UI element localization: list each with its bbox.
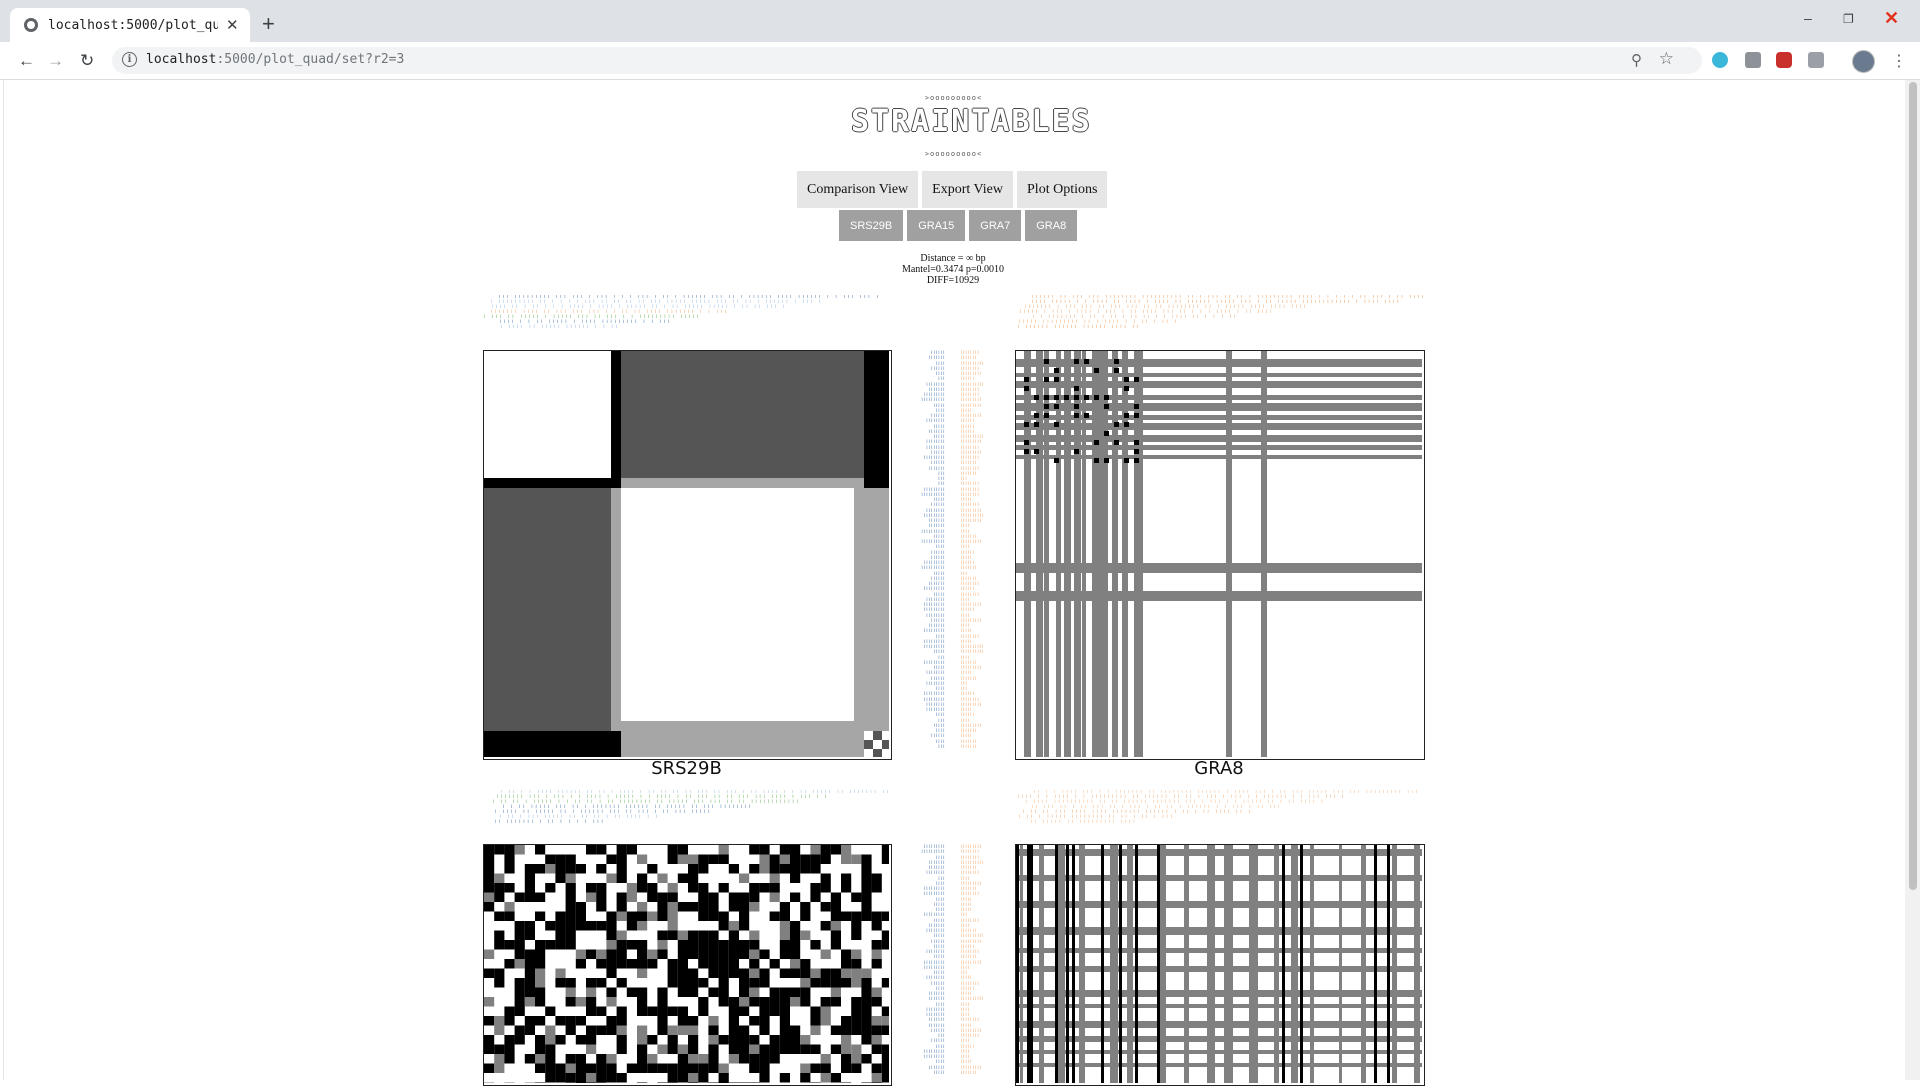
heatmap-cells	[484, 351, 889, 757]
browser-toolbar: ← → ↻ i localhost:5000/plot_quad/set?r2=…	[0, 42, 1920, 80]
heatmap-cells	[484, 845, 889, 1083]
forward-arrow-icon[interactable]: →	[47, 51, 64, 71]
tab-title: localhost:5000/plot_qu	[48, 17, 218, 33]
dendrogram-row: ǀ ǀǀǀǀǀǀ ǀǀǀǀǀǀ ǀǀǀǀǀǀ ǀǀǀǀ ǀǀ	[1017, 324, 1141, 329]
export-view-link[interactable]: Export View	[922, 171, 1014, 208]
address-bar[interactable]: i localhost:5000/plot_quad/set?r2=3 ⚲ ☆	[112, 47, 1702, 74]
gene-button-gra7[interactable]: GRA7	[969, 210, 1022, 241]
dendrogram-row: ǀ ǀǀǀǀ ǀǀ ǀǀǀǀǀ ǀǀǀǀǀǀ ǀ ǀ ǀǀ	[500, 324, 620, 329]
dendrogram-labels: ǀǀǀǀǀǀ ǀǀ ǀǀǀ ǀǀǀ ǀǀǀǀǀǀǀǀ ǀǀǀǀǀǀǀǀǀǀ ǀǀ…	[1015, 295, 1423, 331]
back-arrow-icon[interactable]: ←	[18, 51, 35, 71]
close-tab-icon[interactable]: ✕	[226, 16, 239, 34]
dendrogram-row: ǀǀ ǀǀǀǀǀ ǀǀ ǀǀǀǀǀǀǀǀǀ ǀǀǀǀ	[1030, 819, 1137, 824]
info-icon[interactable]: i	[122, 52, 137, 67]
page-edge	[3, 80, 4, 1080]
gene-button-gra8[interactable]: GRA8	[1025, 210, 1078, 241]
view-nav: Comparison View Export View Plot Options	[797, 171, 1108, 208]
page-viewport: >ooooooooo< STRAINTABLES >ooooooooo< Com…	[0, 80, 1920, 1086]
bookmark-star-icon[interactable]: ☆	[1659, 49, 1674, 69]
extension-icon[interactable]	[1745, 52, 1761, 68]
logo-text: STRAINTABLES	[851, 104, 1092, 139]
strain-labels-right: ǀǀǀǀǀǀǀǀǀ ǀǀǀǀǀǀǀǀ ǀǀǀǀǀǀǀǀ ǀǀǀǀǀǀǀǀǀǀ ǀ…	[960, 844, 985, 1075]
straintables-logo: >ooooooooo< STRAINTABLES >ooooooooo<	[851, 94, 1092, 158]
avatar[interactable]	[1852, 50, 1875, 73]
dendrogram-labels: ǀ ǀǀ ǀ ǀ ǀǀǀǀ ǀǀǀǀǀǀ ǀǀ ǀǀ ǀ ǀǀǀǀ ǀ ǀǀ ǀ…	[483, 790, 890, 826]
minimize-icon[interactable]: –	[1804, 10, 1812, 26]
plot-label-gra8: GRA8	[1194, 758, 1244, 779]
maximize-icon[interactable]: ❐	[1843, 12, 1854, 26]
strain-labels-right: ǀǀǀǀǀǀǀǀ ǀǀǀǀǀǀǀ ǀǀǀǀǀǀǀǀǀǀ ǀǀǀǀǀǀǀǀ ǀǀǀ…	[960, 350, 985, 749]
menu-dots-icon[interactable]: ⋮	[1891, 51, 1907, 71]
zoom-icon[interactable]: ⚲	[1631, 51, 1642, 69]
strain-labels-left: ǀǀǀǀǀǀǀǀǀ ǀǀǀǀǀǀǀǀǀǀ ǀǀǀǀ ǀǀǀǀǀǀǀ ǀǀǀǀǀǀ…	[920, 844, 945, 1075]
logo-decoration: >ooooooooo<	[924, 150, 983, 158]
gene-button-srs29b[interactable]: SRS29B	[839, 210, 904, 241]
strain-labels-left: ǀǀǀǀǀǀ ǀǀǀǀǀǀǀ ǀǀǀǀ ǀǀǀǀǀǀ ǀǀǀǀ ǀǀǀ ǀǀǀǀ…	[920, 350, 945, 749]
browser-tabbar: localhost:5000/plot_qu ✕ + – ❐ ✕	[0, 0, 1920, 42]
heatmap-lower-left	[483, 844, 892, 1086]
react-devtools-icon[interactable]	[1712, 52, 1728, 68]
heatmap-cells	[1016, 845, 1422, 1083]
dendrogram-labels: ǀǀ ǀ ǀ ǀǀǀǀ ǀǀǀ ǀ ǀ ǀǀǀǀǀǀǀ ǀǀ ǀǀǀǀǀǀǀǀ …	[1015, 790, 1423, 826]
gene-button-gra15[interactable]: GRA15	[907, 210, 966, 241]
heatmap-lower-right	[1015, 844, 1425, 1086]
ublock-icon[interactable]	[1776, 52, 1792, 68]
plot-options-link[interactable]: Plot Options	[1017, 171, 1108, 208]
scrollbar-thumb[interactable]	[1909, 82, 1917, 890]
diff-text: DIFF=10929	[926, 275, 980, 286]
logo-decoration: >ooooooooo<	[924, 94, 983, 102]
extension-icon[interactable]	[1808, 52, 1824, 68]
heatmap-gra8	[1015, 350, 1425, 760]
heatmap-cells	[1016, 351, 1422, 757]
new-tab-button[interactable]: +	[262, 11, 275, 37]
stats-block: Distance = ∞ bp Mantel=0.3474 p=0.0010 D…	[830, 253, 1076, 286]
reload-icon[interactable]: ↻	[80, 51, 94, 71]
distance-text: Distance = ∞ bp	[920, 253, 986, 264]
close-window-icon[interactable]: ✕	[1884, 8, 1899, 29]
comparison-view-link[interactable]: Comparison View	[797, 171, 919, 208]
dendrogram-row: ǀǀ ǀǀǀǀǀǀǀ ǀ ǀǀ ǀ ǀ ǀ ǀ ǀǀǀ	[494, 819, 605, 824]
plot-label-srs29b: SRS29B	[651, 758, 722, 779]
gene-selector: SRS29B GRA15 GRA7 GRA8	[839, 210, 1078, 241]
browser-tab[interactable]: localhost:5000/plot_qu ✕	[10, 8, 250, 42]
scrollbar[interactable]	[1905, 80, 1920, 1080]
mantel-text: Mantel=0.3474 p=0.0010	[901, 264, 1005, 275]
url-text[interactable]: localhost:5000/plot_quad/set?r2=3	[146, 52, 404, 67]
dendrogram-labels: ǀǀǀ ǀǀǀǀǀǀǀǀǀ ǀǀǀ ǀǀǀ ǀ ǀǀǀ ǀ ǀ ǀ ǀǀǀ ǀ …	[483, 295, 890, 331]
globe-icon	[24, 18, 38, 32]
heatmap-srs29b	[483, 350, 892, 760]
